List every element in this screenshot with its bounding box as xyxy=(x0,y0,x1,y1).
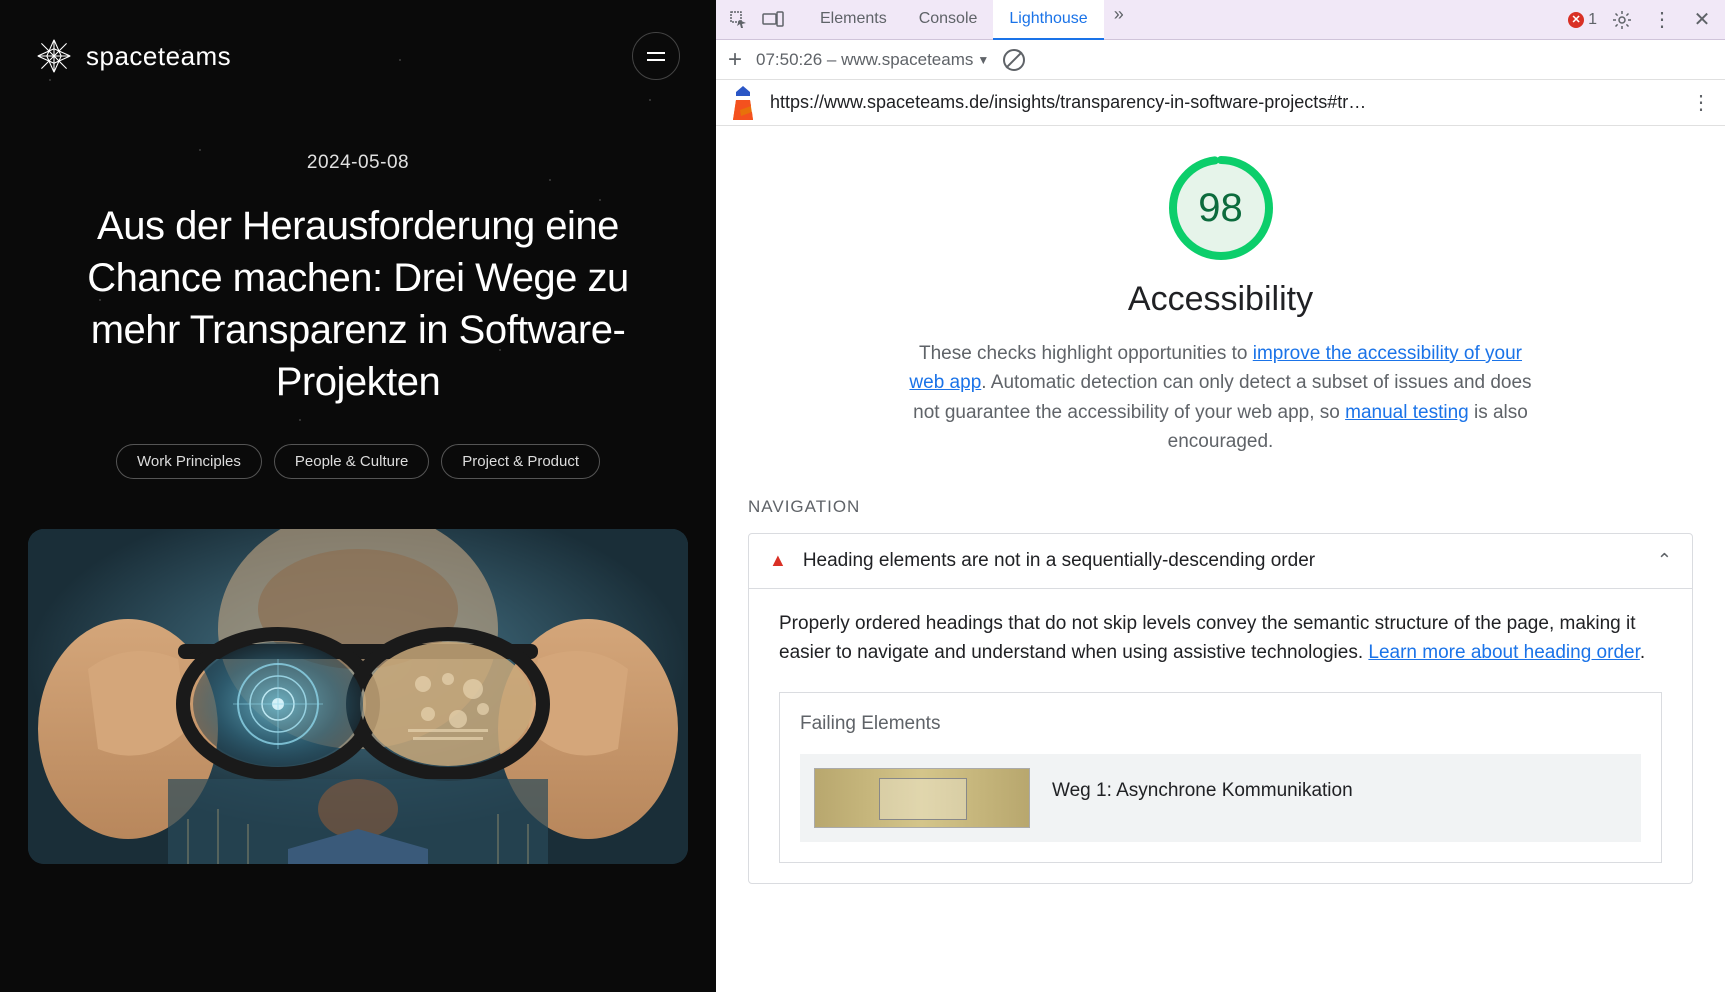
audit-item: ▲ Heading elements are not in a sequenti… xyxy=(748,533,1693,884)
hamburger-line xyxy=(647,52,665,54)
caret-down-icon: ▼ xyxy=(977,53,989,67)
logo-icon xyxy=(36,38,72,74)
menu-button[interactable] xyxy=(632,32,680,80)
devtools-panel: Elements Console Lighthouse » ✕ 1 ⋮ ✕ + … xyxy=(716,0,1725,992)
lighthouse-content: 98 Accessibility These checks highlight … xyxy=(716,126,1725,992)
article-date: 2024-05-08 xyxy=(50,152,666,174)
hamburger-line xyxy=(647,59,665,61)
devtools-toolbar: Elements Console Lighthouse » ✕ 1 ⋮ ✕ xyxy=(716,0,1725,40)
tag-list: Work Principles People & Culture Project… xyxy=(50,444,666,479)
site-header: spaceteams xyxy=(0,0,716,112)
article-hero: 2024-05-08 Aus der Herausforderung eine … xyxy=(0,112,716,479)
failing-elements-label: Failing Elements xyxy=(780,693,1661,754)
report-url: https://www.spaceteams.de/insights/trans… xyxy=(770,92,1677,113)
logo-text: spaceteams xyxy=(86,41,231,72)
failing-elements-box: Failing Elements Weg 1: Asynchrone Kommu… xyxy=(779,692,1662,863)
desc-text: These checks highlight opportunities to xyxy=(919,343,1253,364)
clear-icon[interactable] xyxy=(1003,49,1025,71)
score-title: Accessibility xyxy=(748,280,1693,319)
learn-more-link[interactable]: Learn more about heading order xyxy=(1368,642,1639,663)
kebab-menu-icon[interactable]: ⋮ xyxy=(1647,5,1677,35)
failing-element-row[interactable]: Weg 1: Asynchrone Kommunikation xyxy=(800,754,1641,842)
section-navigation-label: NAVIGATION xyxy=(748,497,1693,517)
hero-image xyxy=(28,529,688,864)
tab-elements[interactable]: Elements xyxy=(804,0,903,40)
score-description: These checks highlight opportunities to … xyxy=(901,339,1541,457)
devtools-tabs: Elements Console Lighthouse » xyxy=(804,0,1564,40)
report-menu-icon[interactable]: ⋮ xyxy=(1691,90,1711,115)
timestamp-text: 07:50:26 – www.spaceteams xyxy=(756,50,973,70)
website-panel: spaceteams 2024-05-08 Aus der Herausford… xyxy=(0,0,716,992)
device-toggle-icon[interactable] xyxy=(758,5,788,35)
more-tabs-icon[interactable]: » xyxy=(1104,0,1134,30)
error-count: 1 xyxy=(1588,11,1597,29)
score-value: 98 xyxy=(1167,154,1275,262)
audit-body: Properly ordered headings that do not sk… xyxy=(749,589,1692,883)
fail-triangle-icon: ▲ xyxy=(769,550,787,571)
settings-icon[interactable] xyxy=(1607,5,1637,35)
article-title: Aus der Herausforderung eine Chance mach… xyxy=(50,200,666,408)
lighthouse-subbar: + 07:50:26 – www.spaceteams ▼ xyxy=(716,40,1725,80)
tab-console[interactable]: Console xyxy=(903,0,994,40)
logo[interactable]: spaceteams xyxy=(36,38,231,74)
score-section: 98 Accessibility These checks highlight … xyxy=(748,154,1693,457)
element-text: Weg 1: Asynchrone Kommunikation xyxy=(1052,768,1353,805)
tab-lighthouse[interactable]: Lighthouse xyxy=(993,0,1103,40)
close-icon[interactable]: ✕ xyxy=(1687,5,1717,35)
manual-testing-link[interactable]: manual testing xyxy=(1345,402,1469,423)
element-thumbnail xyxy=(814,768,1030,828)
audit-description: Properly ordered headings that do not sk… xyxy=(779,609,1662,668)
tag-project-product[interactable]: Project & Product xyxy=(441,444,600,479)
tag-people-culture[interactable]: People & Culture xyxy=(274,444,429,479)
score-gauge[interactable]: 98 xyxy=(1167,154,1275,262)
error-icon: ✕ xyxy=(1568,12,1584,28)
inspect-icon[interactable] xyxy=(724,5,754,35)
audit-header[interactable]: ▲ Heading elements are not in a sequenti… xyxy=(749,534,1692,589)
new-report-button[interactable]: + xyxy=(728,46,742,74)
report-selector[interactable]: 07:50:26 – www.spaceteams ▼ xyxy=(756,50,989,70)
audit-title: Heading elements are not in a sequential… xyxy=(803,550,1641,572)
chevron-up-icon: ⌃ xyxy=(1657,550,1672,571)
error-badge[interactable]: ✕ 1 xyxy=(1568,11,1597,29)
audit-desc-text: . xyxy=(1640,642,1645,663)
lighthouse-icon xyxy=(730,86,756,120)
toolbar-right: ✕ 1 ⋮ ✕ xyxy=(1568,5,1717,35)
lighthouse-urlbar: https://www.spaceteams.de/insights/trans… xyxy=(716,80,1725,126)
tag-work-principles[interactable]: Work Principles xyxy=(116,444,262,479)
